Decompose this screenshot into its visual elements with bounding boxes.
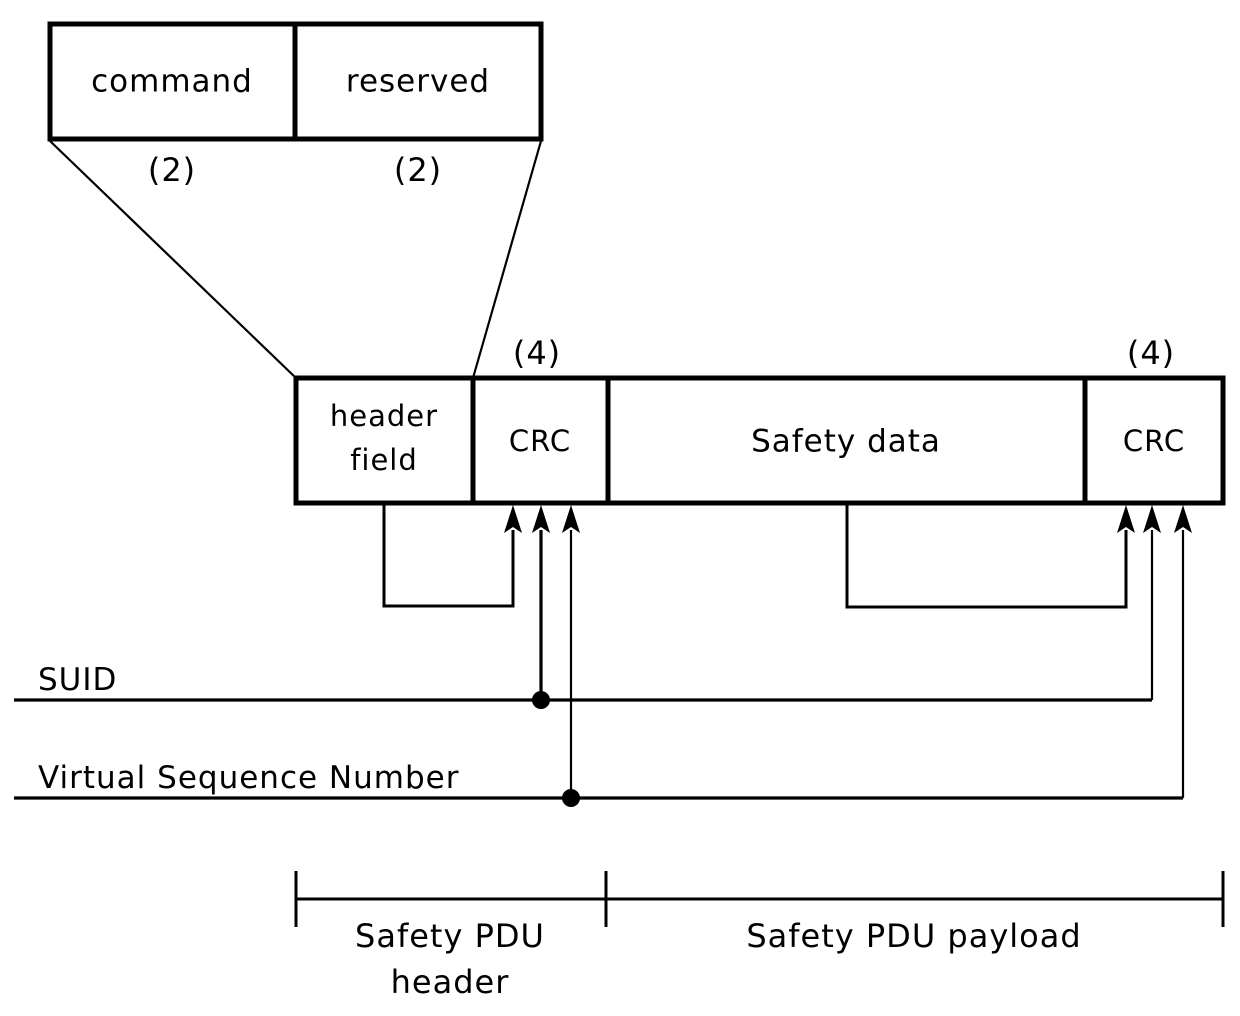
- signal-line-group: SUID Virtual Sequence Number: [14, 662, 1183, 807]
- span-label-payload: Safety PDU payload: [746, 917, 1081, 955]
- safety-pdu-box-group: header field CRC Safety data CRC (4) (4): [293, 334, 1226, 506]
- signal-label-virtual-sequence-number: Virtual Sequence Number: [38, 760, 459, 796]
- crc-right-input-group: [845, 505, 1192, 798]
- crc-left-arrow-head-suid: [532, 505, 550, 533]
- safety-pdu-diagram: command reserved (2) (2) header field CR…: [14, 21, 1226, 1001]
- crc-left-coverage-bracket: [382, 505, 515, 608]
- pdu-field-label-crc-left: CRC: [509, 424, 571, 458]
- crc-left-arrow-head-coverage: [504, 505, 522, 533]
- header-subfield-label-reserved: reserved: [346, 64, 490, 100]
- pdu-field-label-safety-data: Safety data: [751, 424, 941, 460]
- pdu-field-size-crc-left: (4): [513, 334, 561, 372]
- crc-right-arrow-head-suid: [1143, 505, 1161, 533]
- expansion-connector-group: [49, 140, 543, 379]
- span-bracket-group: Safety PDU header Safety PDU payload: [294, 871, 1225, 1001]
- header-subfield-box-group: command reserved (2) (2): [47, 21, 544, 189]
- signal-junction-dot-virtual-sequence-number: [562, 789, 580, 807]
- crc-right-coverage-bracket: [845, 505, 1128, 609]
- diagram-canvas: command reserved (2) (2) header field CR…: [0, 0, 1240, 1016]
- crc-left-arrow-head-vsn: [562, 505, 580, 533]
- pdu-field-label-crc-right: CRC: [1123, 424, 1185, 458]
- pdu-field-size-crc-right: (4): [1127, 334, 1175, 372]
- crc-right-arrow-head-coverage: [1117, 505, 1135, 533]
- span-label-header-line2: header: [391, 963, 510, 1001]
- pdu-field-label-header-line2: field: [350, 443, 418, 477]
- signal-junction-dot-suid: [532, 691, 550, 709]
- crc-left-input-group: [382, 505, 580, 798]
- crc-right-arrow-head-vsn: [1174, 505, 1192, 533]
- pdu-field-label-header-line1: header: [330, 399, 438, 433]
- span-label-header-line1: Safety PDU: [355, 917, 545, 955]
- header-subfield-size-command: (2): [148, 151, 196, 189]
- signal-label-suid: SUID: [38, 662, 117, 698]
- header-subfield-size-reserved: (2): [394, 151, 442, 189]
- header-subfield-label-command: command: [91, 64, 253, 100]
